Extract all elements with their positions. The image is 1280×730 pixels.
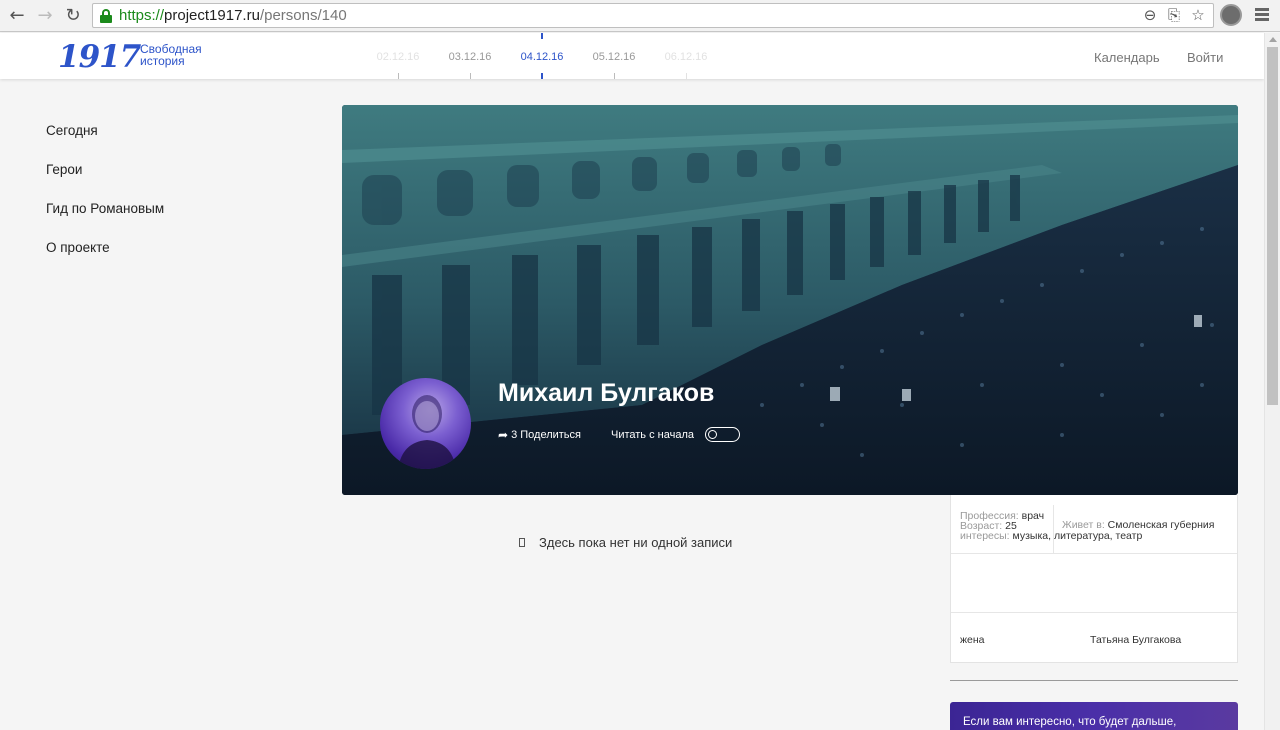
relation-label: жена [960,634,985,646]
timeline-tick [614,73,615,79]
back-icon[interactable]: ← [6,5,28,27]
timeline-tick [686,73,687,79]
browser-toolbar: ← → ↻ https://project1917.ru/persons/140… [0,0,1280,32]
relation-name[interactable]: Татьяна Булгакова [1090,634,1181,646]
read-from-start-toggle[interactable] [704,427,740,442]
login-link[interactable]: Войти [1187,50,1223,65]
profession-value: врач [1021,510,1045,522]
address-bar[interactable]: https://project1917.ru/persons/140 ⊖ ⎘ ☆ [92,3,1214,28]
person-info-card: Возраст: 25 Живет в: Смоленская губерния… [950,495,1238,663]
promo-text: Если вам интересно, что будет дальше, [963,716,1177,728]
sidebar-divider [950,680,1238,681]
profession-field: Профессия: врач [960,510,1044,522]
sidebar-item-romanov-guide[interactable]: Гид по Романовым [46,201,164,240]
interests-value: музыка, литература, театр [1012,530,1143,542]
read-from-start-label: Читать с начала [611,428,694,441]
logo-text[interactable]: Свободная история [140,43,202,67]
zoom-icon[interactable]: ⊖ [1141,6,1159,24]
url-scheme: https:// [119,7,165,24]
logo-line-2: история [140,54,185,68]
site-header: 1917 Свободная история 02.12.16 03.12.16… [0,33,1264,79]
star-icon[interactable]: ☆ [1189,6,1207,24]
person-hero: Михаил Булгаков ➦ 3 Поделиться Читать с … [342,105,1238,495]
sidebar-item-today[interactable]: Сегодня [46,123,164,162]
forward-icon[interactable]: → [34,5,56,27]
extension-icon[interactable] [1220,4,1242,26]
translate-icon[interactable]: ⎘ [1165,6,1183,24]
url-host: project1917.ru [164,7,260,24]
share-icon[interactable]: ➦ [498,428,508,442]
lock-icon [100,9,112,23]
timeline-date[interactable]: 06.12.16 [656,51,716,63]
timeline-date[interactable]: 02.12.16 [368,51,428,63]
sidebar-item-about[interactable]: О проекте [46,240,164,279]
document-icon [519,538,525,547]
info-row-profession [951,554,1237,613]
timeline-date[interactable]: 05.12.16 [584,51,644,63]
sidebar-item-heroes[interactable]: Герои [46,162,164,201]
subscribe-promo-banner[interactable]: Если вам интересно, что будет дальше, [950,702,1238,730]
timeline-date-active[interactable]: 04.12.16 [512,51,572,63]
calendar-link[interactable]: Календарь [1094,50,1160,65]
timeline-tick-active [541,73,543,79]
url-path: /persons/140 [259,7,347,24]
share-count[interactable]: 3 [511,429,517,441]
share-button[interactable]: Поделиться [520,429,581,441]
date-timeline: 02.12.16 03.12.16 04.12.16 05.12.16 06.1… [360,33,730,79]
sidebar-nav: Сегодня Герои Гид по Романовым О проекте [46,123,164,279]
interests-label: интересы: [960,530,1010,542]
reload-icon[interactable]: ↻ [62,5,84,27]
hero-actions: ➦ 3 Поделиться Читать с начала [498,427,740,442]
menu-icon[interactable] [1254,6,1270,26]
timeline-tick [398,73,399,79]
timeline-date[interactable]: 03.12.16 [440,51,500,63]
empty-feed-text: Здесь пока нет ни одной записи [539,535,733,550]
url-text[interactable]: https://project1917.ru/persons/140 [119,7,347,24]
toggle-knob [707,429,717,439]
timeline-active-mark [541,33,543,39]
person-name: Михаил Булгаков [498,379,715,407]
scroll-thumb[interactable] [1267,47,1278,405]
interests-field: интересы: музыка, литература, театр [960,530,1142,542]
timeline-tick [470,73,471,79]
scroll-up-arrow-icon[interactable] [1269,37,1277,42]
hero-background-image [342,105,1238,495]
portrait-image [398,395,456,469]
empty-feed-message: Здесь пока нет ни одной записи [519,535,732,550]
profession-label: Профессия: [960,510,1019,522]
page-scrollbar[interactable] [1264,33,1280,730]
logo[interactable]: 1917 [58,39,141,75]
person-avatar[interactable] [380,378,471,469]
